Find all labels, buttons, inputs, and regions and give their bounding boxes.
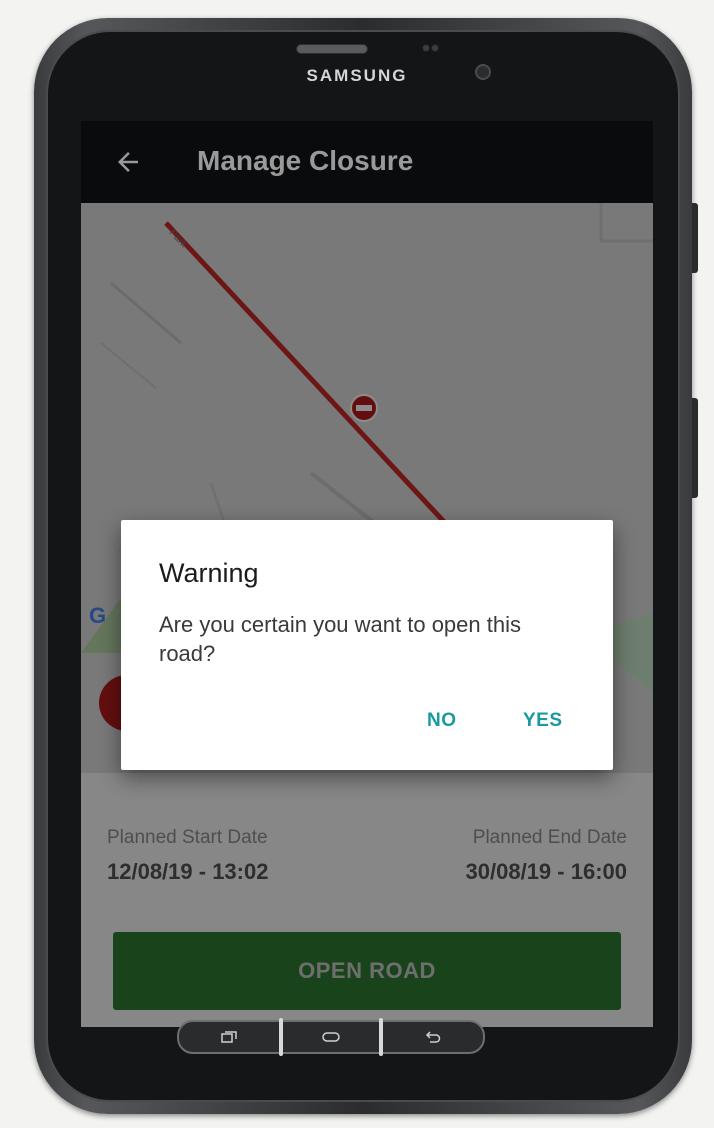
back-icon[interactable]	[383, 1022, 483, 1052]
power-button	[692, 398, 698, 498]
earpiece-speaker	[296, 44, 368, 54]
screen: Manage Closure Park G Planned Start Date…	[81, 121, 653, 1027]
light-sensor	[431, 44, 439, 52]
no-button[interactable]: NO	[427, 710, 457, 732]
device-brand-logo: SAMSUNG	[306, 66, 408, 85]
proximity-sensor	[422, 44, 430, 52]
recents-icon[interactable]	[179, 1022, 279, 1052]
yes-button[interactable]: YES	[523, 710, 563, 732]
volume-button	[692, 203, 698, 273]
arrow-left-icon[interactable]	[113, 147, 143, 177]
warning-dialog: Warning Are you certain you want to open…	[121, 520, 613, 770]
home-icon[interactable]	[283, 1022, 379, 1052]
page-title: Manage Closure	[197, 145, 414, 176]
dialog-title: Warning	[159, 558, 259, 588]
dialog-message: Are you certain you want to open this ro…	[159, 612, 521, 666]
hardware-nav-bar	[177, 1018, 485, 1056]
app-bar: Manage Closure	[81, 121, 653, 203]
